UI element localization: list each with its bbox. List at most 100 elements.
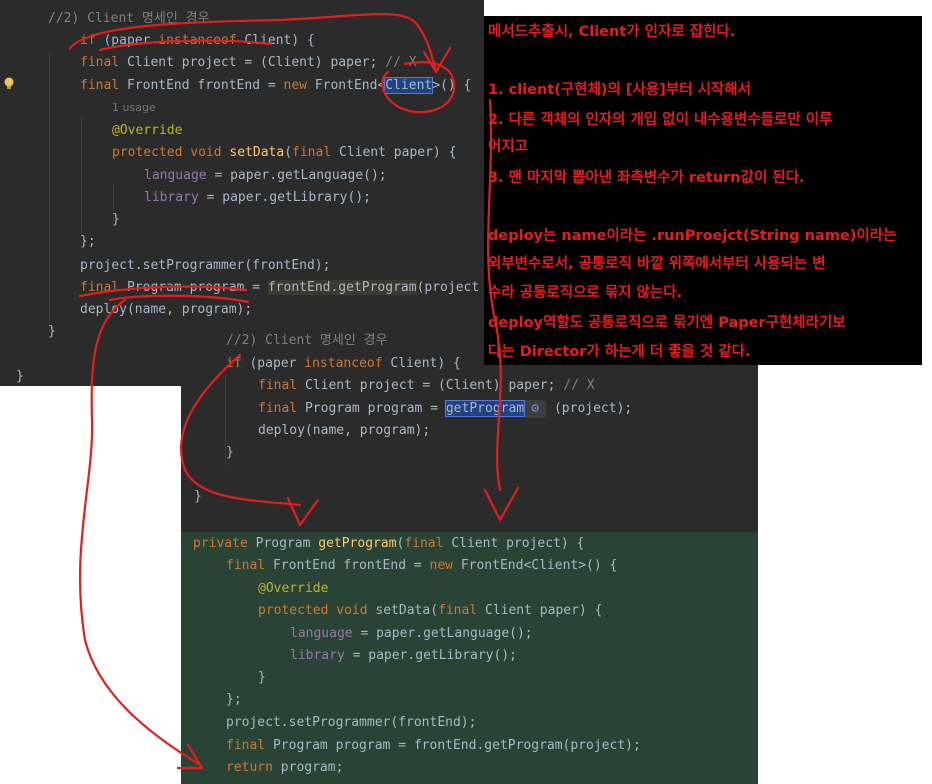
code-token: = paper.getLibrary(); bbox=[198, 190, 371, 205]
code-line: private Program getProgram(final Client … bbox=[193, 533, 584, 555]
code-token: >() { bbox=[432, 78, 472, 93]
code-token: FrontEnd< bbox=[307, 78, 386, 93]
highlighted-expression[interactable]: frontEnd.getProgram bbox=[267, 280, 417, 295]
code-token: //2) Client 명세인 경우 bbox=[226, 333, 388, 348]
code-token: new bbox=[283, 78, 307, 93]
code-token: final bbox=[258, 378, 298, 393]
code-token: final bbox=[438, 603, 478, 618]
code-token: protected void bbox=[258, 603, 368, 618]
note-line: deploy역할도 공통로직으로 묶기엔 Paper구현체라기보 bbox=[488, 315, 846, 331]
code-token: private bbox=[193, 536, 248, 551]
code-line: if (paper instanceof Client) { bbox=[80, 30, 315, 52]
code-line: protected void setData(final Client pape… bbox=[258, 600, 602, 622]
code-token: return bbox=[226, 760, 273, 775]
code-line: return program; bbox=[226, 757, 343, 779]
code-line: final Program program = frontEnd.getProg… bbox=[226, 735, 641, 757]
code-line: } bbox=[48, 321, 56, 343]
code-line: } bbox=[16, 366, 24, 388]
code-token: Client project = (Client) paper; bbox=[297, 378, 564, 393]
code-token: final bbox=[404, 536, 444, 551]
code-token: setData bbox=[229, 145, 285, 160]
code-line: }; bbox=[80, 231, 96, 253]
code-token: instanceof bbox=[158, 33, 237, 48]
code-token: final bbox=[226, 558, 266, 573]
code-line: } bbox=[258, 667, 266, 689]
code-line: final FrontEnd frontEnd = new FrontEnd<C… bbox=[226, 555, 617, 577]
note-line: 2. 다른 객체의 인자의 개입 없이 내수용변수들로만 이루 bbox=[488, 112, 833, 128]
code-token: Client project) { bbox=[443, 536, 585, 551]
code-token: final bbox=[80, 55, 120, 70]
code-line: final Client project = (Client) paper; /… bbox=[258, 375, 595, 397]
code-token: getProgram bbox=[318, 536, 397, 551]
indent-guide bbox=[81, 118, 82, 236]
code-token: setData( bbox=[367, 603, 439, 618]
code-token: = paper.getLanguage(); bbox=[352, 626, 533, 641]
code-token: (project bbox=[416, 280, 480, 295]
code-line: final Program program = frontEnd.getProg… bbox=[80, 277, 479, 299]
code-token: new bbox=[429, 558, 453, 573]
code-line: deploy(name, program); bbox=[258, 420, 430, 442]
code-token: Program program = frontEnd.getProgram(pr… bbox=[265, 738, 641, 753]
note-line: deploy는 name이라는 .runProejct(String name)… bbox=[488, 228, 897, 244]
code-token: if bbox=[226, 356, 242, 371]
code-token: //2) Client 명세인 경우 bbox=[48, 11, 210, 26]
code-line: } bbox=[226, 442, 234, 464]
code-token: @Override bbox=[258, 581, 329, 596]
code-line: if (paper instanceof Client) { bbox=[226, 353, 461, 375]
indent-guide bbox=[49, 52, 50, 332]
selected-token[interactable]: getProgram bbox=[444, 400, 526, 417]
selected-token[interactable]: Client bbox=[384, 77, 434, 94]
code-token: (paper bbox=[241, 356, 305, 371]
code-token: }; bbox=[226, 692, 242, 707]
code-token: Client project = (Client) paper; bbox=[119, 55, 386, 70]
code-token: (paper bbox=[95, 33, 159, 48]
code-token: if bbox=[80, 33, 96, 48]
code-line: language = paper.getLanguage(); bbox=[144, 165, 387, 187]
code-line: library = paper.getLibrary(); bbox=[290, 645, 517, 667]
note-line: 어지고 bbox=[488, 139, 529, 155]
code-token: final bbox=[80, 78, 120, 93]
code-token: final bbox=[80, 280, 120, 295]
code-token: } bbox=[194, 489, 202, 504]
code-line: //2) Client 명세인 경우 bbox=[226, 330, 388, 352]
code-line: @Override bbox=[112, 120, 182, 142]
code-token: = paper.getLibrary(); bbox=[344, 648, 517, 663]
code-token: language bbox=[290, 626, 353, 641]
code-token: library bbox=[144, 190, 199, 205]
code-token: = paper.getLanguage(); bbox=[206, 168, 387, 183]
code-line: final Client project = (Client) paper; /… bbox=[80, 52, 417, 74]
code-token: Program program = bbox=[297, 401, 446, 416]
code-token: Client) { bbox=[236, 33, 315, 48]
note-line: 3. 맨 마지막 뽑아낸 좌측변수가 return값이 된다. bbox=[488, 170, 805, 186]
code-line: library = paper.getLibrary(); bbox=[144, 187, 371, 209]
code-token: // X bbox=[385, 55, 417, 70]
note-line: 외부변수로서, 공통로직 바깥 위쪽에서부터 사용되는 변 bbox=[488, 256, 826, 272]
code-token: language bbox=[144, 168, 207, 183]
code-line: 1 usage bbox=[112, 97, 156, 119]
code-line: } bbox=[112, 209, 120, 231]
code-token: final bbox=[292, 145, 332, 160]
code-token: protected void bbox=[112, 145, 222, 160]
code-line: final Program program = getProgram ⚙ (pro… bbox=[258, 398, 632, 420]
intention-bulb-icon[interactable] bbox=[2, 75, 16, 89]
code-token: project.setProgrammer(frontEnd); bbox=[80, 258, 331, 273]
note-line: 다는 Director가 하는게 더 좋을 것 같다. bbox=[488, 344, 751, 360]
code-token: }; bbox=[80, 234, 96, 249]
code-token: FrontEnd frontEnd = bbox=[119, 78, 284, 93]
code-token: FrontEnd frontEnd = bbox=[265, 558, 430, 573]
code-token: instanceof bbox=[304, 356, 383, 371]
code-token: ( bbox=[284, 145, 293, 160]
code-token: library bbox=[290, 648, 345, 663]
code-token: // X bbox=[563, 378, 595, 393]
code-token: } bbox=[258, 670, 266, 685]
gear-icon[interactable]: ⚙ bbox=[524, 399, 547, 418]
code-token: @Override bbox=[112, 123, 183, 138]
code-token: } bbox=[16, 369, 24, 384]
usage-hint[interactable]: 1 usage bbox=[112, 101, 156, 114]
code-line: final FrontEnd frontEnd = new FrontEnd<C… bbox=[80, 75, 471, 97]
code-line: } bbox=[194, 486, 202, 508]
code-token: } bbox=[48, 324, 56, 339]
code-token: Client paper) { bbox=[331, 145, 457, 160]
code-line: @Override bbox=[258, 578, 328, 600]
code-token: } bbox=[112, 212, 120, 227]
